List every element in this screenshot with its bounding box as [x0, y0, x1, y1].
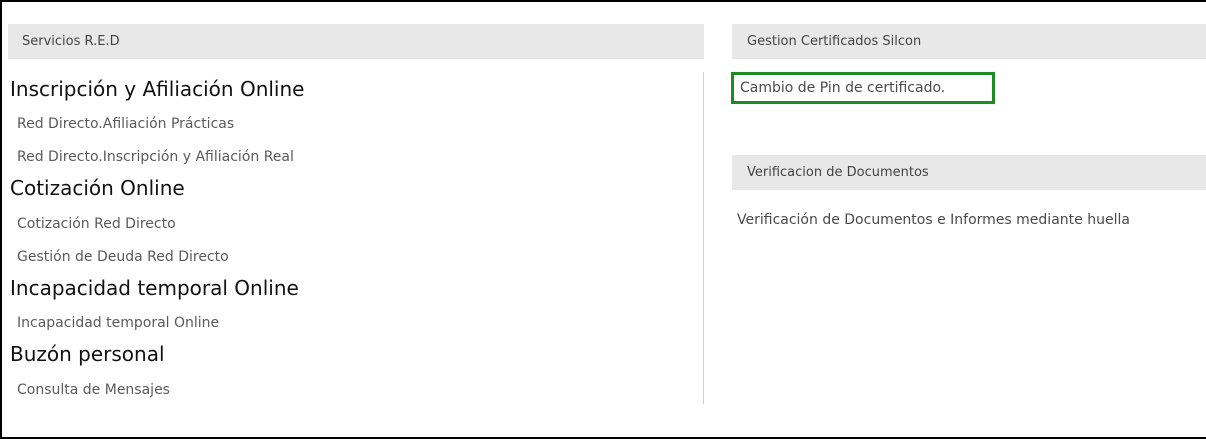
- cambio-pin-link[interactable]: Cambio de Pin de certificado.: [731, 72, 995, 104]
- verificacion-header: Verificacion de Documentos: [732, 155, 1206, 190]
- link-inscripcion-afiliacion-real[interactable]: Red Directo.Inscripción y Afiliación Rea…: [17, 149, 294, 165]
- section-title-buzon: Buzón personal: [10, 342, 165, 366]
- section-title-incapacidad: Incapacidad temporal Online: [10, 276, 299, 300]
- link-incapacidad-temporal[interactable]: Incapacidad temporal Online: [17, 315, 219, 331]
- verificacion-documentos-link[interactable]: Verificación de Documentos e Informes me…: [737, 212, 1130, 228]
- servicios-red-panel: Servicios R.E.D Inscripción y Afiliación…: [8, 24, 704, 398]
- certificados-header: Gestion Certificados Silcon: [732, 24, 1206, 59]
- section-title-cotizacion: Cotización Online: [10, 176, 185, 200]
- link-afiliacion-practicas[interactable]: Red Directo.Afiliación Prácticas: [17, 116, 234, 132]
- servicios-red-header: Servicios R.E.D: [8, 24, 704, 59]
- certificados-panel: Gestion Certificados Silcon: [732, 24, 1206, 59]
- verificacion-panel: Verificacion de Documentos: [732, 155, 1206, 190]
- column-divider: [703, 72, 704, 404]
- section-title-inscripcion: Inscripción y Afiliación Online: [10, 77, 305, 101]
- link-cotizacion-red-directo[interactable]: Cotización Red Directo: [17, 216, 176, 232]
- link-consulta-mensajes[interactable]: Consulta de Mensajes: [17, 382, 170, 398]
- link-gestion-deuda[interactable]: Gestión de Deuda Red Directo: [17, 249, 229, 265]
